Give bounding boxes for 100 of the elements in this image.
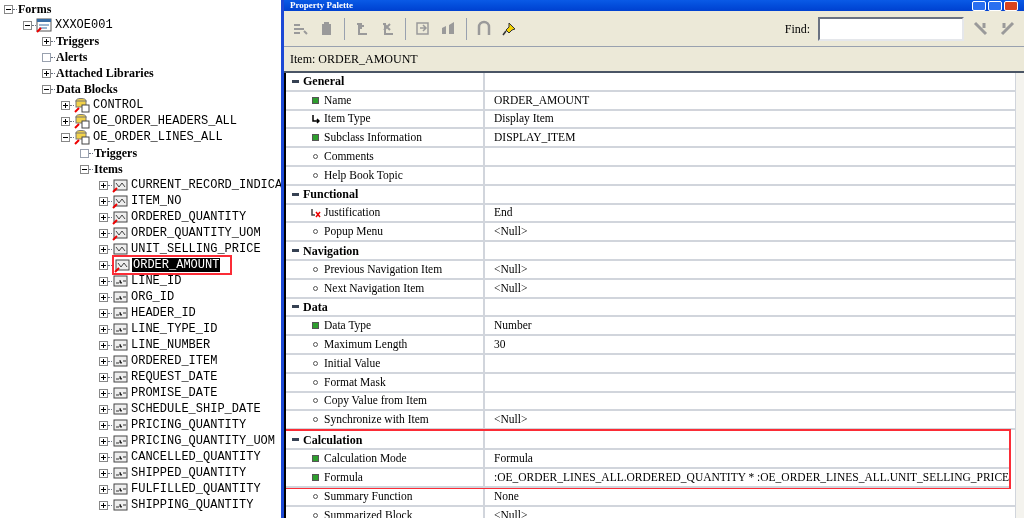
tree-node-label[interactable]: FULFILLED_QUANTITY xyxy=(130,482,262,496)
expand-icon[interactable] xyxy=(99,244,108,254)
tree-node-label[interactable]: ORDERED_ITEM xyxy=(130,354,219,368)
collapse-section-icon[interactable] xyxy=(292,192,299,196)
expand-icon[interactable] xyxy=(61,100,70,110)
minimize-button[interactable] xyxy=(972,0,987,11)
property-name[interactable]: Summary Function xyxy=(324,488,413,506)
tree-node-label[interactable]: OE_ORDER_LINES_ALL xyxy=(92,130,224,144)
expand-icon[interactable] xyxy=(99,452,108,462)
tree-node-label[interactable]: SHIPPED_QUANTITY xyxy=(130,466,248,480)
tree-node-label[interactable]: Triggers xyxy=(55,34,101,48)
property-name[interactable]: Synchronize with Item xyxy=(324,411,429,429)
expand-icon[interactable] xyxy=(99,436,108,446)
expand-icon[interactable] xyxy=(42,68,51,78)
property-name[interactable]: Initial Value xyxy=(324,354,381,372)
tree-node-label[interactable]: CANCELLED_QUANTITY xyxy=(130,450,262,464)
expand-icon[interactable] xyxy=(99,212,108,222)
find-field[interactable] xyxy=(818,16,965,41)
property-name[interactable]: Next Navigation Item xyxy=(324,279,425,297)
tree-node-label[interactable]: Attached Libraries xyxy=(55,66,155,80)
tree-node-label[interactable]: ORG_ID xyxy=(130,290,176,304)
expand-icon[interactable] xyxy=(99,260,108,270)
expand-icon[interactable] xyxy=(99,372,108,382)
property-name[interactable]: Name xyxy=(324,91,352,109)
expand-icon[interactable] xyxy=(99,500,108,510)
expand-icon[interactable] xyxy=(99,276,108,286)
property-name[interactable]: Subclass Information xyxy=(324,129,423,147)
tree-node-label[interactable]: ORDERED_QUANTITY xyxy=(130,210,248,224)
expand-icon[interactable] xyxy=(42,36,51,46)
tree-node-label[interactable]: SHIPPING_QUANTITY xyxy=(130,498,255,512)
tree-node-label[interactable]: XXXOE001 xyxy=(54,18,114,32)
tree-node-label[interactable]: LINE_NUMBER xyxy=(130,338,212,352)
property-name[interactable]: Comments xyxy=(324,147,374,166)
expand-icon[interactable] xyxy=(99,308,108,318)
tree-node-label[interactable]: PROMISE_DATE xyxy=(130,386,219,400)
expand-icon[interactable] xyxy=(99,180,108,190)
property-value[interactable]: ORDER_AMOUNT xyxy=(494,91,590,109)
tree-node-label[interactable]: UNIT_SELLING_PRICE xyxy=(130,242,262,256)
tree-node-label[interactable]: OE_ORDER_HEADERS_ALL xyxy=(92,114,239,128)
tree-node-label[interactable]: PRICING_QUANTITY xyxy=(130,418,248,432)
property-name[interactable]: Help Book Topic xyxy=(324,166,403,184)
property-name[interactable]: Item Type xyxy=(324,110,371,128)
property-value[interactable]: Display Item xyxy=(494,110,554,128)
property-value[interactable]: <Null> xyxy=(494,411,528,429)
property-name[interactable]: Format Mask xyxy=(324,373,386,391)
collapse-icon[interactable] xyxy=(42,84,51,94)
collapse-icon[interactable] xyxy=(23,20,32,30)
property-value[interactable]: End xyxy=(494,204,513,222)
tree-node-label[interactable]: Forms xyxy=(17,2,53,16)
collapse-section-icon[interactable] xyxy=(292,79,299,83)
collapse-icon[interactable] xyxy=(80,164,89,174)
tree-node-label[interactable]: ORDER_AMOUNT xyxy=(132,258,221,272)
expand-icon[interactable] xyxy=(99,356,108,366)
property-value[interactable]: Formula xyxy=(494,449,533,467)
expand-icon[interactable] xyxy=(99,468,108,478)
property-value[interactable]: Number xyxy=(494,317,532,335)
property-value[interactable]: <Null> xyxy=(494,260,528,278)
expand-icon[interactable] xyxy=(99,420,108,430)
maximize-button[interactable] xyxy=(988,0,1003,11)
property-value[interactable]: 30 xyxy=(494,335,506,354)
expand-icon[interactable] xyxy=(61,116,70,126)
expand-icon[interactable] xyxy=(99,196,108,206)
expand-icon[interactable] xyxy=(99,404,108,414)
collapse-icon[interactable] xyxy=(4,4,13,14)
close-button[interactable] xyxy=(1004,0,1019,11)
tree-node-label[interactable]: LINE_TYPE_ID xyxy=(130,322,219,336)
tree-node-label[interactable]: Alerts xyxy=(55,50,89,64)
collapse-icon[interactable] xyxy=(61,132,70,142)
property-name[interactable]: Popup Menu xyxy=(324,223,384,241)
collapse-section-icon[interactable] xyxy=(292,305,299,309)
property-name[interactable]: Previous Navigation Item xyxy=(324,260,443,278)
tree-node-label[interactable]: SCHEDULE_SHIP_DATE xyxy=(130,402,262,416)
property-value[interactable]: <Null> xyxy=(494,279,528,297)
tree-node-label[interactable]: Data Blocks xyxy=(55,82,119,96)
scrollbar[interactable] xyxy=(1015,73,1024,518)
tree-node-label[interactable]: ORDER_QUANTITY_UOM xyxy=(130,226,262,240)
tree-node-label[interactable]: ITEM_NO xyxy=(130,194,183,208)
collapse-section-icon[interactable] xyxy=(292,438,299,442)
tree-node-label[interactable]: PRICING_QUANTITY_UOM xyxy=(130,434,277,448)
tree-node-label[interactable]: REQUEST_DATE xyxy=(130,370,219,384)
property-value[interactable]: None xyxy=(494,488,519,506)
property-name[interactable]: Maximum Length xyxy=(324,335,408,354)
property-name[interactable]: Calculation Mode xyxy=(324,449,407,467)
property-value[interactable]: DISPLAY_ITEM xyxy=(494,129,576,147)
property-name[interactable]: Formula xyxy=(324,468,363,486)
expand-icon[interactable] xyxy=(99,292,108,302)
property-value[interactable]: :OE_ORDER_LINES_ALL.ORDERED_QUANTITY * :OE_ORDER_LINES_ALL.UNIT_SELLING_PRICE xyxy=(494,468,1010,486)
tree-node-label[interactable]: Items xyxy=(93,162,124,176)
expand-icon[interactable] xyxy=(99,340,108,350)
tree-node-label[interactable]: CONTROL xyxy=(92,98,145,112)
expand-icon[interactable] xyxy=(99,388,108,398)
property-name[interactable]: Copy Value from Item xyxy=(324,392,427,410)
tree-node-label[interactable]: HEADER_ID xyxy=(130,306,197,320)
property-name[interactable]: Data Type xyxy=(324,317,372,335)
expand-icon[interactable] xyxy=(99,228,108,238)
tree-node-label[interactable]: LINE_ID xyxy=(130,274,183,288)
property-value[interactable]: <Null> xyxy=(494,223,528,241)
expand-icon[interactable] xyxy=(99,324,108,334)
collapse-section-icon[interactable] xyxy=(292,249,299,253)
expand-icon[interactable] xyxy=(99,484,108,494)
